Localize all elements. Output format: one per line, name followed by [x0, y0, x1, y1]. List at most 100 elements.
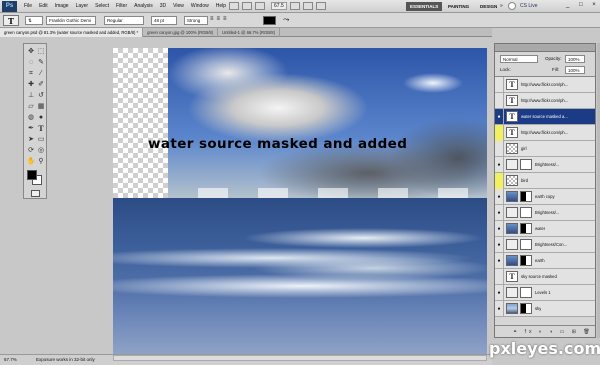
visibility-eye-icon[interactable]: ● [495, 220, 504, 237]
search-icon[interactable] [508, 2, 516, 10]
tab-untitled-1[interactable]: Untitled-1 @ 66.7% (RGB/8) [218, 28, 280, 37]
visibility-eye-icon[interactable]: ● [495, 108, 504, 125]
workspace-design[interactable]: DESIGN [480, 2, 497, 11]
type-tool-icon[interactable]: T [36, 123, 46, 133]
visibility-eye-icon[interactable]: ● [495, 236, 504, 253]
menu-layer[interactable]: Layer [76, 3, 89, 9]
text-tool-preset-icon[interactable]: T [3, 15, 19, 26]
layer-mask-thumbnail[interactable] [520, 223, 532, 234]
menu-help[interactable]: Help [216, 3, 226, 9]
healing-brush-icon[interactable]: ✚ [26, 79, 36, 89]
zoom-menu[interactable]: 67.5 [271, 2, 287, 10]
arrange-documents-button[interactable] [302, 2, 313, 10]
layer-row[interactable]: bird [495, 172, 595, 189]
visibility-eye-icon[interactable] [495, 92, 504, 109]
layer-mask-thumbnail[interactable] [520, 207, 532, 218]
font-family-select[interactable]: Franklin Gothic Demi [46, 16, 96, 25]
menu-select[interactable]: Select [95, 3, 109, 9]
layer-row[interactable]: ● Brightness/... [495, 204, 595, 221]
text-align-buttons[interactable]: ≡≡≡ [210, 16, 230, 22]
workspace-essentials[interactable]: ESSENTIALS [406, 2, 443, 11]
menu-filter[interactable]: Filter [116, 3, 127, 9]
visibility-eye-icon[interactable]: ● [495, 204, 504, 221]
font-style-select[interactable]: Regular [104, 16, 144, 25]
layer-row[interactable]: Thttp://www.flickr.com/ph... [495, 76, 595, 93]
tab-green-canyon-jpg[interactable]: green canyon.jpg @ 100% (RGB/8) [143, 28, 219, 37]
antialias-select[interactable]: Strong [184, 16, 208, 25]
tab-green-canyon-psd[interactable]: green canyon.psd @ 81.3% (water source m… [0, 28, 144, 37]
layer-row[interactable]: ● Brightness/Con... [495, 236, 595, 253]
visibility-eye-icon[interactable] [495, 140, 504, 157]
visibility-eye-icon[interactable]: ● [495, 156, 504, 173]
bridge-button[interactable] [229, 2, 240, 10]
visibility-eye-icon[interactable] [495, 172, 504, 189]
layer-row[interactable]: ● sky [495, 300, 595, 317]
hand-tool-icon[interactable]: ✋ [26, 156, 36, 166]
screen-mode-button[interactable] [315, 2, 326, 10]
layer-mask-thumbnail[interactable] [520, 255, 532, 266]
eyedropper-tool-icon[interactable]: ⁄ [36, 68, 46, 78]
history-brush-icon[interactable]: ↺ [36, 90, 46, 100]
layer-mask-thumbnail[interactable] [520, 287, 532, 298]
clone-stamp-icon[interactable]: ⊥ [26, 90, 36, 100]
layer-mask-thumbnail[interactable] [520, 239, 532, 250]
3d-camera-icon[interactable]: ◎ [36, 145, 46, 155]
foreground-color-swatch[interactable] [27, 170, 37, 180]
extras-button[interactable] [255, 2, 266, 10]
gradient-tool-icon[interactable]: ▦ [36, 101, 46, 111]
document-canvas[interactable]: water source masked and added [113, 48, 487, 355]
path-select-icon[interactable]: ➤ [26, 134, 36, 144]
layer-row[interactable]: ● Brightness/... [495, 156, 595, 173]
layer-row[interactable]: ● earth copy [495, 188, 595, 205]
dodge-tool-icon[interactable]: ● [36, 112, 46, 122]
menu-view[interactable]: View [173, 3, 184, 9]
menu-edit[interactable]: Edit [39, 3, 48, 9]
fill-field[interactable]: 100% [565, 66, 585, 74]
window-controls[interactable]: _ □ × [566, 2, 600, 8]
horizontal-scrollbar[interactable] [113, 355, 487, 361]
blur-tool-icon[interactable]: ◍ [26, 112, 36, 122]
opacity-field[interactable]: 100% [565, 55, 585, 63]
visibility-eye-icon[interactable]: ● [495, 252, 504, 269]
visibility-eye-icon[interactable]: ● [495, 284, 504, 301]
visibility-eye-icon[interactable]: ● [495, 188, 504, 205]
marquee-tool-icon[interactable]: ⬚ [36, 46, 46, 56]
menu-3d[interactable]: 3D [160, 3, 166, 9]
visibility-eye-icon[interactable] [495, 268, 504, 285]
lasso-tool-icon[interactable]: ◌ [26, 57, 36, 67]
cs-live-menu[interactable]: CS Live [520, 3, 538, 9]
visibility-eye-icon[interactable]: ● [495, 300, 504, 317]
layer-mask-thumbnail[interactable] [520, 159, 532, 170]
zoom-level[interactable]: 67.7% [4, 357, 17, 362]
visibility-eye-icon[interactable] [495, 124, 504, 141]
workspace-painting[interactable]: PAINTING [448, 2, 469, 11]
crop-tool-icon[interactable]: ⌗ [26, 68, 36, 78]
layer-row[interactable]: ● Twater source masked a... [495, 108, 595, 125]
move-tool-icon[interactable]: ✥ [26, 46, 36, 56]
font-size-select[interactable]: 48 pt [151, 16, 177, 25]
zoom-tool-icon[interactable]: ⚲ [36, 156, 46, 166]
pen-tool-icon[interactable]: ✒ [26, 123, 36, 133]
3d-rotate-icon[interactable]: ⟳ [26, 145, 36, 155]
layer-row[interactable]: ● earth [495, 252, 595, 269]
layer-mask-thumbnail[interactable] [520, 303, 532, 314]
brush-tool-icon[interactable]: ✐ [36, 79, 46, 89]
menu-file[interactable]: File [24, 3, 32, 9]
layers-footer-buttons[interactable]: ⚭ fx ◐ ◑ ▭ ⊞ 🗑 [495, 325, 595, 337]
visibility-eye-icon[interactable] [495, 76, 504, 93]
quick-mask-icon[interactable] [31, 190, 40, 197]
blend-mode-select[interactable]: Normal [500, 55, 538, 63]
layer-row[interactable]: Thttp://www.flickr.com/ph... [495, 124, 595, 141]
menu-analysis[interactable]: Analysis [134, 3, 153, 9]
layer-row[interactable]: Tsky source masked [495, 268, 595, 285]
quick-select-tool-icon[interactable]: ✎ [36, 57, 46, 67]
text-orientation-toggle[interactable]: ⇅ [25, 16, 43, 25]
shape-tool-icon[interactable]: ▭ [36, 134, 46, 144]
warp-text-icon[interactable]: ⤳ [283, 15, 289, 25]
layer-row[interactable]: ● Levels 1 [495, 284, 595, 301]
hand-tool-button[interactable] [289, 2, 300, 10]
canvas-text-layer[interactable]: water source masked and added [148, 136, 407, 152]
layer-row[interactable]: Thttp://www.flickr.com/ph... [495, 92, 595, 109]
layer-row[interactable]: ● water [495, 220, 595, 237]
eraser-tool-icon[interactable]: ▱ [26, 101, 36, 111]
